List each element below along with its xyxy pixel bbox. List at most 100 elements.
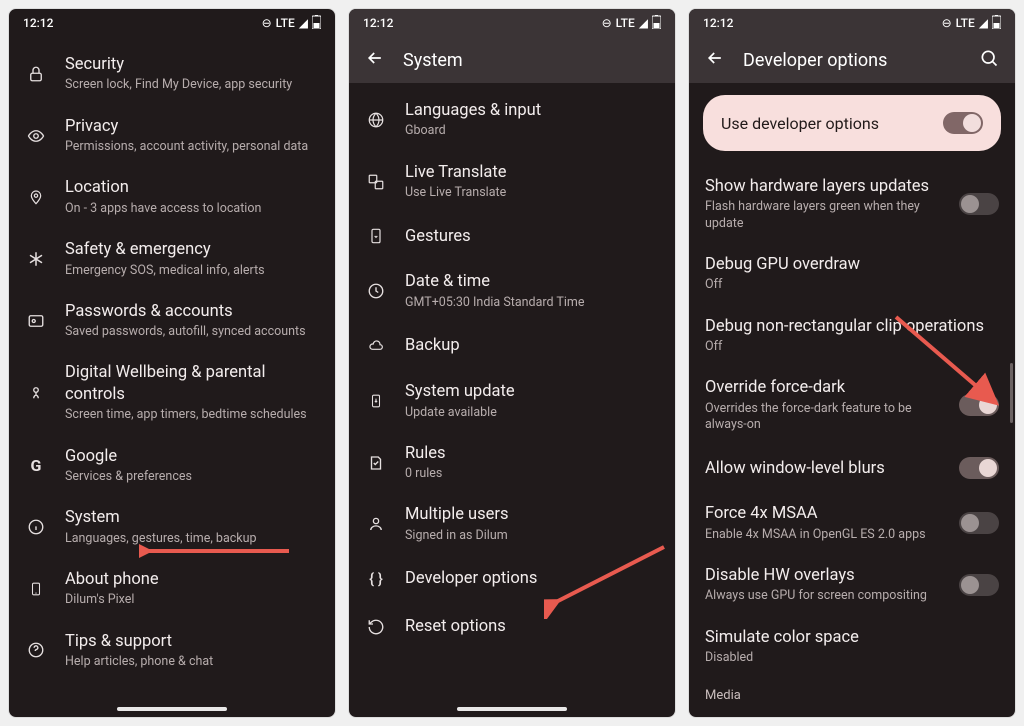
item-title: Reset options <box>405 616 659 637</box>
no-disturb-icon: ⊖ <box>262 16 272 30</box>
status-bar: 12:12 ⊖ LTE ◢ <box>689 9 1015 37</box>
item-title: Safety & emergency <box>65 239 319 260</box>
item-title: Debug non-rectangular clip operations <box>705 316 999 337</box>
item-title: System <box>65 507 319 528</box>
item-title: Digital Wellbeing & parental controls <box>65 362 319 405</box>
battery-icon <box>312 15 321 32</box>
list-item[interactable]: LocationOn - 3 apps have access to locat… <box>9 166 335 228</box>
list-item[interactable]: Override force-dark Overrides the force-d… <box>689 366 1015 444</box>
list-item[interactable]: Live Translate Use Live Translate <box>349 151 675 213</box>
list-item[interactable]: Show hardware layers updatesFlash hardwa… <box>689 165 1015 243</box>
item-subtitle: Use Live Translate <box>405 185 659 201</box>
status-icons: ⊖ LTE ◢ <box>602 15 661 32</box>
list-item[interactable]: About phone Dilum's Pixel <box>9 558 335 620</box>
signal-icon: ◢ <box>979 16 988 30</box>
list-item[interactable]: Disable HW overlaysAlways use GPU for sc… <box>689 554 1015 616</box>
list-item[interactable]: { } Developer options <box>349 555 675 603</box>
item-title: About phone <box>65 569 319 590</box>
section-media: Media <box>689 678 757 703</box>
status-bar: 12:12 ⊖ LTE ◢ <box>349 9 675 37</box>
toggle[interactable] <box>959 394 999 416</box>
app-bar-title: Developer options <box>743 50 887 71</box>
screen-system: 12:12 ⊖ LTE ◢ System Languages & inputGb… <box>348 8 676 718</box>
translate-icon <box>365 173 387 191</box>
card-label: Use developer options <box>721 114 879 133</box>
item-title: Developer options <box>405 568 659 589</box>
globe-icon <box>365 111 387 129</box>
list-item[interactable]: Date & timeGMT+05:30 India Standard Time <box>349 260 675 322</box>
item-title: Privacy <box>65 116 319 137</box>
clock: 12:12 <box>703 16 733 30</box>
list-item[interactable]: PrivacyPermissions, account activity, pe… <box>9 105 335 167</box>
clock-icon <box>365 282 387 300</box>
developer-options-list[interactable]: Show hardware layers updatesFlash hardwa… <box>689 159 1015 717</box>
back-icon[interactable] <box>705 48 725 73</box>
item-subtitle: Enable 4x MSAA in OpenGL ES 2.0 apps <box>705 527 941 543</box>
item-subtitle: 0 rules <box>405 466 659 482</box>
item-subtitle: Dilum's Pixel <box>65 592 319 608</box>
list-item[interactable]: Allow window-level blurs <box>689 444 1015 492</box>
item-subtitle: Gboard <box>405 123 659 139</box>
use-developer-options-card[interactable]: Use developer options <box>703 95 1001 151</box>
screen-developer-options: 12:12 ⊖ LTE ◢ Developer options Use deve… <box>688 8 1016 718</box>
list-item[interactable]: Multiple usersSigned in as Dilum <box>349 493 675 555</box>
home-indicator[interactable] <box>117 707 227 711</box>
list-item[interactable]: GGoogleServices & preferences <box>9 435 335 497</box>
list-item[interactable]: Digital Wellbeing & parental controlsScr… <box>9 351 335 434</box>
item-title: Google <box>65 446 319 467</box>
item-title: Show hardware layers updates <box>705 176 941 197</box>
item-subtitle: Off <box>705 339 999 355</box>
signal-icon: ◢ <box>639 16 648 30</box>
network-label: LTE <box>276 16 295 30</box>
back-icon[interactable] <box>365 48 385 73</box>
network-label: LTE <box>616 16 635 30</box>
toggle[interactable] <box>959 512 999 534</box>
item-subtitle: On - 3 apps have access to location <box>65 201 319 217</box>
item-title: Gestures <box>405 226 659 247</box>
item-subtitle: Emergency SOS, medical info, alerts <box>65 263 319 279</box>
braces-icon: { } <box>365 570 387 588</box>
list-item[interactable]: Passwords & accountsSaved passwords, aut… <box>9 290 335 352</box>
screen-settings: 12:12 ⊖ LTE ◢ SecurityScreen lock, Find … <box>8 8 336 718</box>
list-item[interactable]: System update Update available <box>349 370 675 432</box>
item-title: Disable HW overlays <box>705 565 941 586</box>
list-item[interactable]: Debug non-rectangular clip operations Off <box>689 305 1015 367</box>
list-item[interactable]: Simulate color spaceDisabled <box>689 616 1015 678</box>
no-disturb-icon: ⊖ <box>602 16 612 30</box>
item-title: Override force-dark <box>705 377 941 398</box>
item-subtitle: Languages, gestures, time, backup <box>65 531 319 547</box>
no-disturb-icon: ⊖ <box>942 16 952 30</box>
battery-icon <box>652 15 661 32</box>
scrollbar[interactable] <box>1010 363 1013 423</box>
user-icon <box>365 515 387 533</box>
list-item[interactable]: Backup <box>349 322 675 370</box>
list-item[interactable]: Debug GPU overdrawOff <box>689 243 1015 305</box>
list-item[interactable]: Reset options <box>349 603 675 651</box>
item-title: Security <box>65 54 319 75</box>
settings-list[interactable]: SecurityScreen lock, Find My Device, app… <box>9 37 335 717</box>
list-item[interactable]: Gestures <box>349 212 675 260</box>
phone-icon <box>25 579 47 599</box>
item-title: Tips & support <box>65 631 319 652</box>
list-item[interactable]: Force 4x MSAAEnable 4x MSAA in OpenGL ES… <box>689 492 1015 554</box>
list-item[interactable]: Languages & inputGboard <box>349 89 675 151</box>
list-item[interactable]: System Languages, gestures, time, backup <box>9 496 335 558</box>
list-item[interactable]: Tips & supportHelp articles, phone & cha… <box>9 620 335 682</box>
item-title: Rules <box>405 443 659 464</box>
toggle[interactable] <box>959 193 999 215</box>
item-title: Date & time <box>405 271 659 292</box>
item-title: System update <box>405 381 659 402</box>
list-item[interactable]: Safety & emergency Emergency SOS, medical… <box>9 228 335 290</box>
home-indicator[interactable] <box>457 707 567 711</box>
item-title: Live Translate <box>405 162 659 183</box>
use-developer-options-toggle[interactable] <box>943 112 983 134</box>
item-subtitle: Update available <box>405 405 659 421</box>
list-item[interactable]: SecurityScreen lock, Find My Device, app… <box>9 43 335 105</box>
toggle[interactable] <box>959 574 999 596</box>
system-list[interactable]: Languages & inputGboard Live Translate Use… <box>349 83 675 717</box>
item-subtitle: Overrides the force-dark feature to be a… <box>705 401 941 434</box>
network-label: LTE <box>956 16 975 30</box>
toggle[interactable] <box>959 457 999 479</box>
list-item[interactable]: Rules 0 rules <box>349 432 675 494</box>
search-icon[interactable] <box>979 48 999 73</box>
